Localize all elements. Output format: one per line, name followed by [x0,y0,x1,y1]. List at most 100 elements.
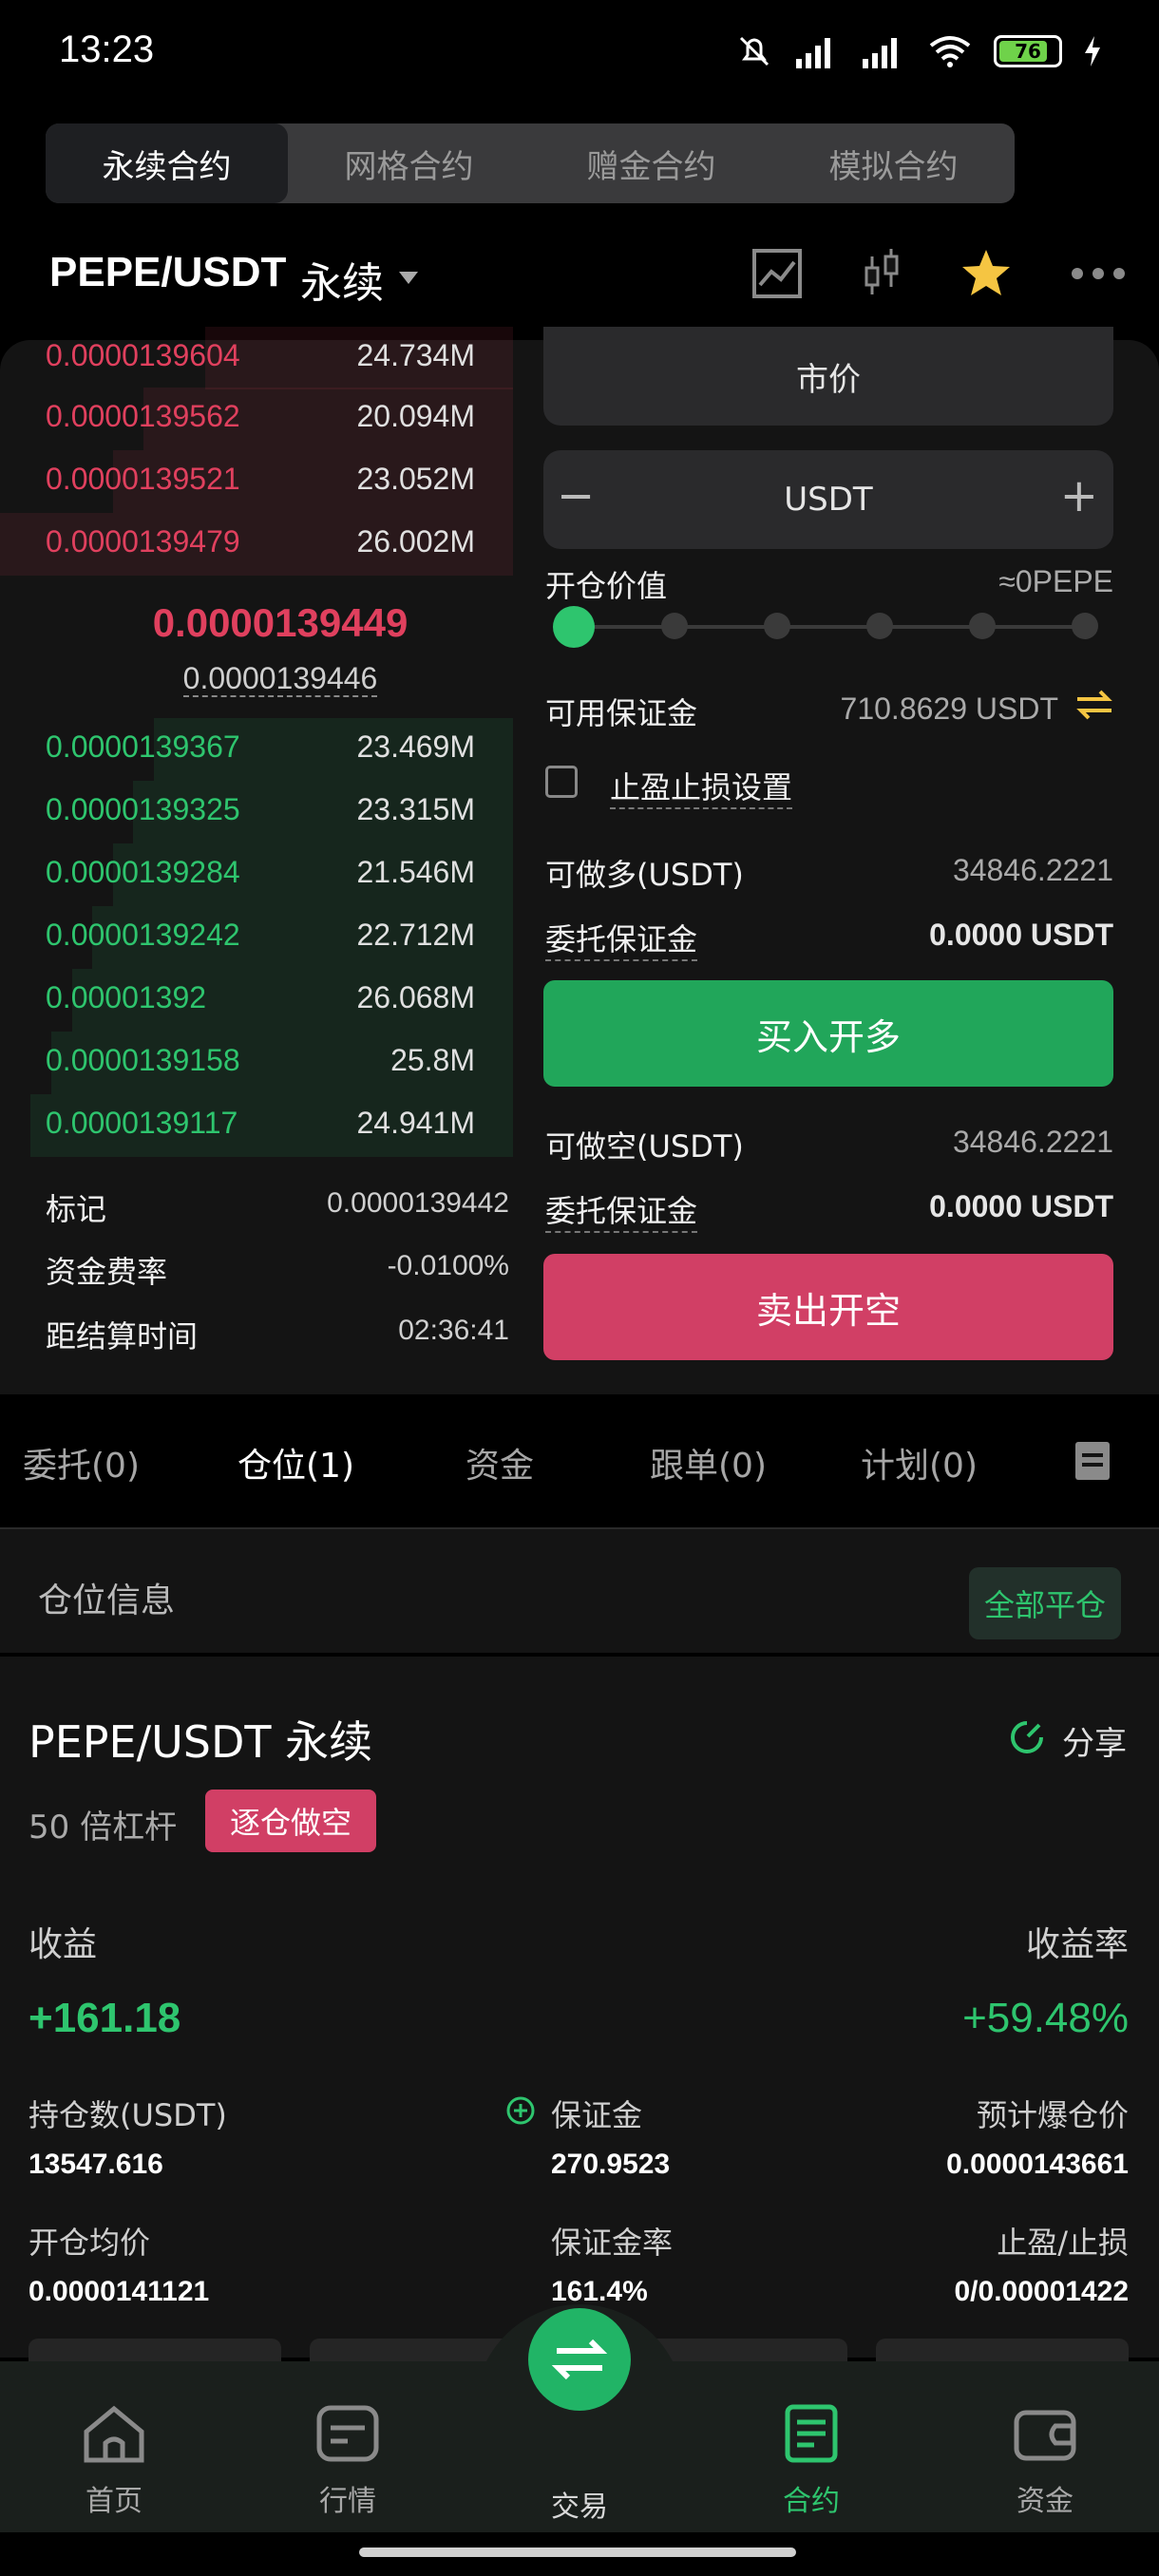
nav-contract[interactable]: 合约 [716,2403,906,2519]
short-margin-label: 委托保证金 [545,1187,698,1233]
trade-button[interactable] [528,2308,631,2411]
star-icon[interactable] [960,247,1013,300]
ask-row[interactable]: 0.0000139521 23.052M [0,450,513,513]
more-icon[interactable] [1070,264,1127,283]
pnl-rate-label: 收益率 [1025,1925,1129,1964]
close-all-button[interactable]: 全部平仓 [969,1567,1121,1639]
nav-market[interactable]: 行情 [253,2403,443,2519]
slider-step[interactable] [1072,613,1098,639]
bid-row[interactable]: 0.0000139367 23.469M [0,718,513,781]
open-value-label: 开仓价值 [545,568,668,604]
long-margin-label: 委托保证金 [545,916,698,961]
tpsl-checkbox[interactable] [545,766,578,798]
slider-step[interactable] [661,613,688,639]
wallet-icon [1014,2410,1076,2461]
liq-price-label: 预计爆仓价 [976,2097,1129,2133]
tab-copy-trading[interactable]: 跟单(0) [650,1438,767,1487]
amount-unit: USDT [784,481,873,519]
bid-row[interactable]: 0.0000139117 24.941M [0,1094,513,1157]
amount-input[interactable]: − USDT + [543,450,1113,549]
short-margin-value: 0.0000 USDT [929,1189,1113,1223]
tab-positions[interactable]: 仓位(1) [238,1438,354,1487]
nav-home[interactable]: 首页 [19,2403,209,2519]
position-info-title: 仓位信息 [38,1582,176,1620]
position-size-label: 持仓数(USDT) [28,2097,227,2133]
tab-demo[interactable]: 模拟合约 [772,123,1015,203]
leverage-slider-track[interactable] [570,625,1087,629]
ask-row[interactable]: 0.0000139562 20.094M [0,388,513,450]
margin-value: 270.9523 [551,2149,671,2180]
tab-orders[interactable]: 委托(0) [23,1438,140,1487]
share-icon[interactable] [1009,1719,1045,1755]
signal-icon-2 [863,38,897,68]
tab-grid[interactable]: 网格合约 [288,123,530,203]
contract-icon [785,2404,838,2463]
mark-label: 标记 [46,1191,107,1227]
status-time: 13:23 [59,28,155,70]
swap-icon [551,2339,608,2380]
home-icon [84,2405,144,2463]
plus-button[interactable]: + [1060,469,1098,522]
tab-perpetual[interactable]: 永续合约 [46,123,288,203]
long-margin-value: 0.0000 USDT [929,918,1113,952]
mark-price: 0.0000139446 [182,661,378,697]
list-icon[interactable] [1075,1442,1110,1480]
long-max-label: 可做多(USDT) [545,857,744,893]
liq-price-value: 0.0000143661 [946,2149,1129,2180]
short-max-value: 34846.2221 [952,1125,1113,1159]
ask-row[interactable]: 0.0000139604 24.734M [0,327,513,389]
mute-bell-icon [739,36,770,66]
mode-badge: 逐仓做空 [205,1790,376,1852]
ask-row[interactable]: 0.0000139479 26.002M [0,513,513,576]
candlestick-icon[interactable] [861,247,902,300]
slider-step[interactable] [764,613,790,639]
status-icons: 76 [735,32,1102,70]
contract-type-tabs: 永续合约 网格合约 赠金合约 模拟合约 [46,123,1015,203]
pnl-label: 收益 [28,1925,98,1964]
transfer-icon[interactable] [1074,688,1115,722]
chart-icon[interactable] [750,247,804,300]
tab-bonus[interactable]: 赠金合约 [530,123,772,203]
funding-rate-label: 资金费率 [46,1254,168,1290]
position-size-value: 13547.616 [28,2149,163,2180]
tab-plans[interactable]: 计划(0) [861,1438,978,1487]
bid-row[interactable]: 0.0000139158 25.8M [0,1032,513,1094]
add-margin-icon[interactable] [505,2095,536,2126]
tpsl-label-position: 止盈/止损 [997,2225,1129,2261]
margin-label: 保证金 [551,2097,643,2133]
share-label[interactable]: 分享 [1062,1717,1127,1764]
leverage-label: 50 倍杠杆 [28,1809,178,1847]
bid-row[interactable]: 0.0000139325 23.315M [0,781,513,843]
pair-name[interactable]: PEPE/USDT [49,249,286,296]
nav-assets[interactable]: 资金 [950,2403,1140,2519]
tpsl-value-position: 0/0.00001422 [954,2276,1129,2307]
mark-value: 0.0000139442 [327,1187,509,1219]
bid-row[interactable]: 0.0000139284 21.546M [0,843,513,906]
position-pair[interactable]: PEPE/USDT 永续 [28,1708,372,1771]
home-indicator [359,2548,796,2557]
minus-button[interactable]: − [557,469,595,522]
last-price: 0.0000139449 [152,600,408,645]
bid-row[interactable]: 0.00001392 26.068M [0,969,513,1032]
funding-rate-value: -0.0100% [387,1250,509,1281]
available-margin-value: 710.8629 USDT [840,691,1058,726]
slider-knob[interactable] [553,606,595,648]
tpsl-label[interactable]: 止盈止损设置 [610,764,793,809]
slider-step[interactable] [866,613,893,639]
margin-ratio-label: 保证金率 [551,2225,674,2261]
wifi-icon [929,36,971,67]
sell-short-button[interactable]: 卖出开空 [543,1254,1113,1360]
tab-funds[interactable]: 资金 [466,1438,534,1487]
nav-trade-label[interactable]: 交易 [484,2483,674,2525]
pair-type[interactable]: 永续 [300,249,384,310]
margin-ratio-value: 161.4% [551,2276,648,2307]
entry-price-value: 0.0000141121 [28,2276,210,2307]
open-value: ≈0PEPE [998,564,1113,598]
entry-price-label: 开仓均价 [28,2225,151,2261]
dropdown-caret-icon[interactable] [399,272,418,284]
header-actions [750,247,1127,300]
bid-row[interactable]: 0.0000139242 22.712M [0,906,513,969]
order-type-select[interactable]: 市价 [543,327,1113,426]
slider-step[interactable] [969,613,996,639]
buy-long-button[interactable]: 买入开多 [543,980,1113,1087]
